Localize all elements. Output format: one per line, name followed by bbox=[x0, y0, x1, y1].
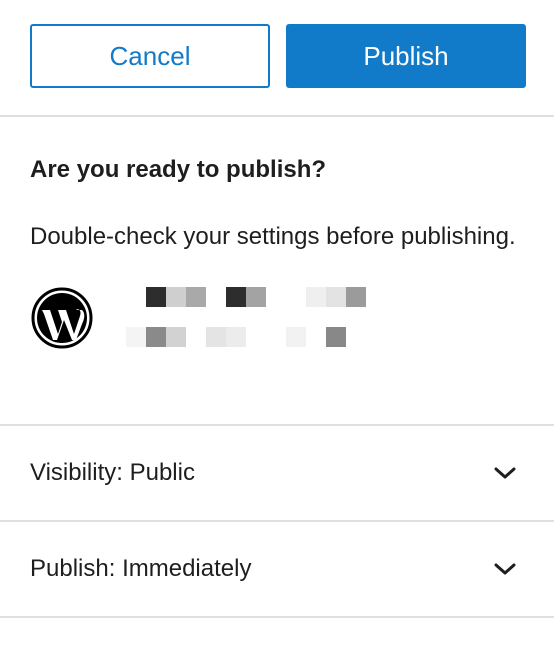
publish-date-label: Publish: Immediately bbox=[30, 555, 251, 583]
publish-date-value: Immediately bbox=[122, 555, 252, 582]
wordpress-logo-icon bbox=[31, 287, 93, 349]
visibility-value: Public bbox=[129, 459, 195, 486]
visibility-label: Visibility: Public bbox=[30, 459, 195, 487]
site-card bbox=[30, 286, 524, 350]
panel-description: Double-check your settings before publis… bbox=[30, 223, 516, 250]
cancel-button[interactable]: Cancel bbox=[30, 24, 270, 88]
prepublish-summary: Are you ready to publish? Double-check y… bbox=[0, 117, 554, 426]
panel-title: Are you ready to publish? bbox=[30, 156, 327, 183]
pre-publish-panel: Cancel Publish Are you ready to publish?… bbox=[0, 0, 554, 668]
chevron-down-icon bbox=[494, 467, 516, 479]
chevron-down-icon bbox=[494, 563, 516, 575]
panel-header: Cancel Publish bbox=[0, 0, 554, 117]
visibility-section-toggle[interactable]: Visibility: Public bbox=[0, 426, 554, 522]
publish-date-section-toggle[interactable]: Publish: Immediately bbox=[0, 522, 554, 618]
visibility-key: Visibility: bbox=[30, 459, 123, 486]
publish-date-key: Publish: bbox=[30, 555, 116, 582]
publish-button[interactable]: Publish bbox=[286, 24, 526, 88]
site-info-blurred bbox=[126, 287, 366, 347]
